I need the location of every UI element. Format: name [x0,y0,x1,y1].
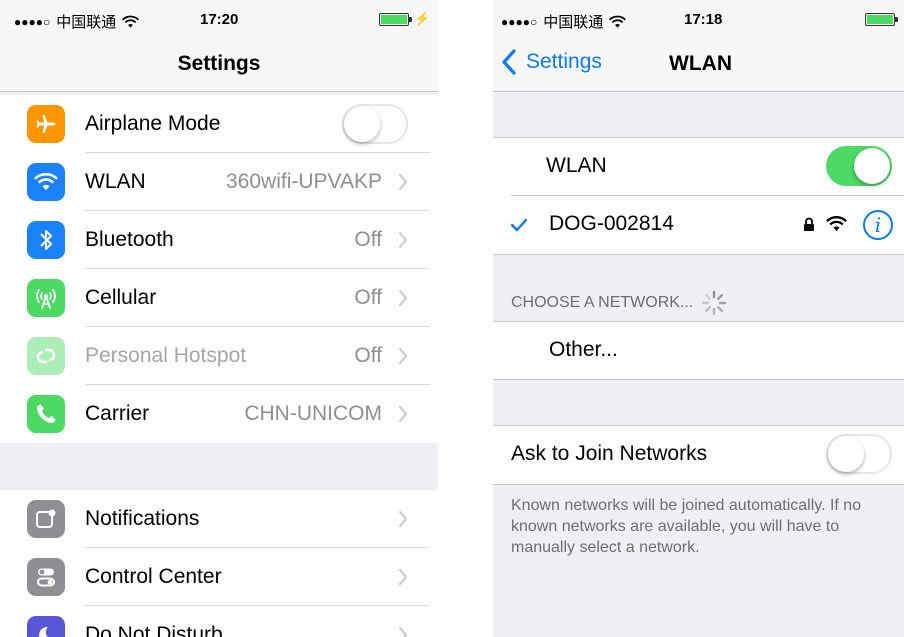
choose-network-header: CHOOSE A NETWORK... [511,290,727,316]
ask-to-join-row: Ask to Join Networks [493,426,904,484]
chevron-right-icon [399,290,407,306]
spinner-icon [702,290,727,316]
row-label: WLAN [85,170,146,193]
connected-network-row[interactable]: DOG-002814 i [493,196,904,254]
battery-icon [865,13,898,26]
status-bar: ●●●●○ 中国联通 17:18 [493,0,904,40]
notifications-icon [27,500,65,538]
network-name: DOG-002814 [549,212,674,235]
wifi-icon [27,163,65,201]
wifi-status-icon [609,15,627,28]
hotspot-icon [27,337,65,375]
info-button[interactable]: i [863,210,893,240]
back-button[interactable]: Settings [501,48,602,76]
settings-row-bluetooth[interactable]: Bluetooth Off [0,211,438,269]
carrier-indicator: ●●●●○ 中国联通 [14,11,140,32]
page-title: Settings [177,52,261,75]
system-group: Notifications Control Center Do Not Distur… [0,490,438,637]
settings-row-wlan[interactable]: WLAN 360wifi-UPVAKP [0,153,438,211]
settings-row-dnd[interactable]: Do Not Disturb [0,606,438,637]
settings-row-hotspot[interactable]: Personal Hotspot Off [0,327,438,385]
ask-to-join-label: Ask to Join Networks [511,442,708,465]
row-label: Control Center [85,565,222,588]
row-label: Bluetooth [85,228,174,251]
row-label: Cellular [85,286,157,309]
row-value: Off [354,286,382,309]
choose-network-label: CHOOSE A NETWORK... [511,294,694,311]
settings-row-airplane[interactable]: Airplane Mode [0,95,438,153]
row-value: 360wifi-UPVAKP [225,170,382,193]
checkmark-icon [510,218,528,232]
page-title: WLAN [669,52,732,75]
chevron-right-icon [399,232,407,248]
carrier-indicator: ●●●●○ 中国联通 [501,11,627,32]
chevron-right-icon [399,627,407,637]
airplane-toggle[interactable] [342,104,408,144]
nav-bar: Settings WLAN [493,40,904,92]
lock-icon [804,217,814,231]
row-value: CHN-UNICOM [244,402,382,425]
other-label: Other... [549,338,618,361]
settings-row-control-center[interactable]: Control Center [0,548,438,606]
phone-icon [27,395,65,433]
chevron-left-icon [502,49,516,75]
bluetooth-icon [27,221,65,259]
settings-screen: ●●●●○ 中国联通 17:20 ⚡ Settings Airplane Mod… [0,0,438,637]
clock: 17:20 [200,11,239,28]
moon-icon [27,616,65,637]
connectivity-group: Airplane Mode WLAN 360wifi-UPVAKP Bluetooth… [0,95,438,443]
row-label: Do Not Disturb [85,623,223,637]
carrier-name: 中国联通 [543,14,604,31]
other-network-row[interactable]: Other... [493,322,904,380]
ask-to-join-footer: Known networks will be joined automatica… [511,497,862,556]
row-label: Airplane Mode [85,112,221,135]
cellular-icon [27,279,65,317]
control-center-icon [27,558,65,596]
row-label: Notifications [85,507,200,530]
airplane-icon [27,105,65,143]
charging-icon: ⚡ [414,11,431,26]
chevron-right-icon [399,406,407,422]
back-button-label: Settings [526,50,602,73]
row-value: Off [354,228,382,251]
ask-to-join-toggle[interactable] [826,434,892,474]
signal-strength: ●●●●○ [14,14,51,29]
chevron-right-icon [399,511,407,527]
nav-bar: Settings [0,40,438,92]
battery-icon [379,13,412,26]
wifi-status-icon [122,15,140,28]
row-value: Off [354,344,382,367]
wlan-toggle-row: WLAN [493,138,904,196]
carrier-name: 中国联通 [56,14,117,31]
wlan-toggle[interactable] [826,146,892,186]
settings-row-cellular[interactable]: Cellular Off [0,269,438,327]
signal-strength: ●●●●○ [501,14,538,29]
clock: 17:18 [684,11,723,28]
row-label: Carrier [85,402,150,425]
chevron-right-icon [399,348,407,364]
chevron-right-icon [399,569,407,585]
chevron-right-icon [399,174,407,190]
wlan-screen: ●●●●○ 中国联通 17:18 Settings WLAN WLAN DOG-… [493,0,904,637]
settings-row-notifications[interactable]: Notifications [0,490,438,548]
row-label: Personal Hotspot [85,344,247,367]
wlan-label: WLAN [546,154,607,177]
wifi-signal-icon [826,216,847,231]
status-bar: ●●●●○ 中国联通 17:20 ⚡ [0,0,438,40]
settings-row-carrier[interactable]: Carrier CHN-UNICOM [0,385,438,443]
